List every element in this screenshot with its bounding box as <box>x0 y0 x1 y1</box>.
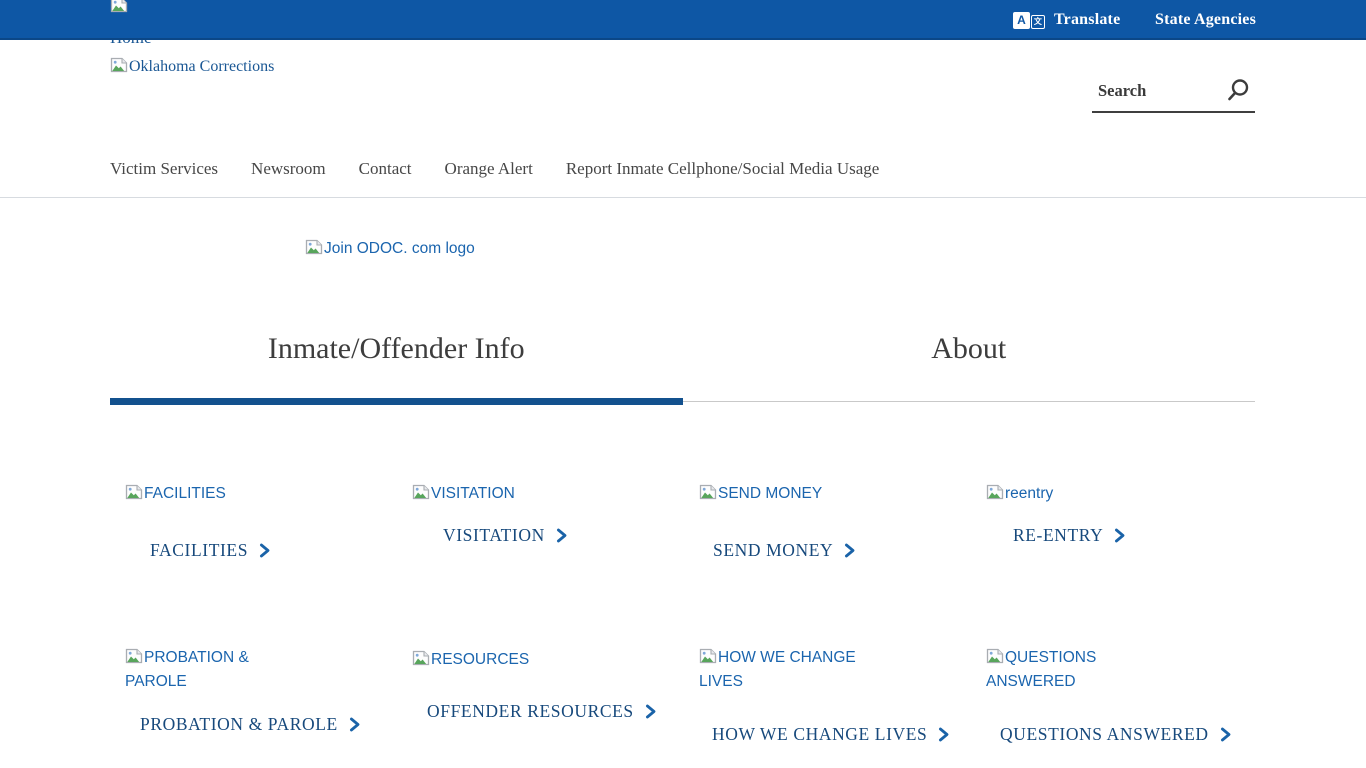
state-agencies-link[interactable]: State Agencies <box>1155 0 1256 40</box>
image-alt-text: RESOURCES <box>431 651 529 668</box>
link-label: FACILITIES <box>150 540 248 561</box>
visitation-link[interactable]: VISITATION <box>443 525 568 546</box>
active-tab-underline <box>110 398 683 405</box>
inactive-tab-underline <box>683 401 1255 402</box>
link-label: VISITATION <box>443 525 545 546</box>
chevron-right-icon <box>556 528 568 543</box>
image-alt-text: SEND MONEY <box>718 485 822 502</box>
oklahoma-corrections-alt-text: Oklahoma Corrections <box>129 58 274 75</box>
image-alt-text: reentry <box>1005 485 1053 502</box>
broken-image-icon <box>699 484 717 500</box>
how-we-change-lives-broken-image[interactable]: HOW WE CHANGE LIVES <box>699 646 861 694</box>
chevron-right-icon <box>1114 528 1126 543</box>
broken-image-icon <box>110 0 128 13</box>
chevron-right-icon <box>349 717 361 732</box>
image-alt-text: FACILITIES <box>144 485 226 502</box>
nav-item-victim-services[interactable]: Victim Services <box>110 159 218 179</box>
facilities-broken-image[interactable]: FACILITIES <box>125 482 226 506</box>
offender-resources-link[interactable]: OFFENDER RESOURCES <box>427 701 657 722</box>
join-odoc-logo-link[interactable]: Join ODOC. com logo <box>305 239 475 258</box>
top-utility-bar: A 文 Translate State Agencies <box>0 0 1366 40</box>
chevron-right-icon <box>259 543 271 558</box>
broken-image-icon <box>412 650 430 666</box>
nav-item-contact[interactable]: Contact <box>359 159 412 179</box>
page: Home A 文 Translate State Agencies Oklaho… <box>0 0 1366 768</box>
image-alt-text: HOW WE CHANGE LIVES <box>699 649 856 690</box>
nav-item-newsroom[interactable]: Newsroom <box>251 159 326 179</box>
link-label: RE-ENTRY <box>1013 525 1103 546</box>
broken-image-icon <box>125 648 143 664</box>
join-odoc-alt-text: Join ODOC. com logo <box>324 240 475 257</box>
probation-parole-broken-image[interactable]: PROBATION & PAROLE <box>125 646 275 694</box>
chevron-right-icon <box>844 543 856 558</box>
send-money-broken-image[interactable]: SEND MONEY <box>699 482 822 506</box>
tab-about[interactable]: About <box>683 318 1256 380</box>
state-agencies-label: State Agencies <box>1155 11 1256 29</box>
probation-parole-link[interactable]: PROBATION & PAROLE <box>140 714 361 735</box>
translate-icon: A 文 <box>1013 12 1045 29</box>
tab-inmate-offender-info[interactable]: Inmate/Offender Info <box>110 318 683 380</box>
search-icon <box>1225 77 1251 103</box>
broken-image-icon <box>699 648 717 664</box>
re-entry-link[interactable]: RE-ENTRY <box>1013 525 1126 546</box>
link-label: HOW WE CHANGE LIVES <box>712 724 927 745</box>
nav-item-report-inmate-cellphone[interactable]: Report Inmate Cellphone/Social Media Usa… <box>566 159 879 179</box>
questions-answered-link[interactable]: QUESTIONS ANSWERED <box>1000 724 1232 745</box>
image-alt-text: PROBATION & PAROLE <box>125 649 249 690</box>
search-box <box>1092 73 1255 113</box>
link-label: OFFENDER RESOURCES <box>427 701 634 722</box>
questions-answered-broken-image[interactable]: QUESTIONS ANSWERED <box>986 646 1108 694</box>
main-navigation: Victim Services Newsroom Contact Orange … <box>110 159 879 179</box>
send-money-link[interactable]: SEND MONEY <box>713 540 856 561</box>
image-alt-text: VISITATION <box>431 485 515 502</box>
resources-broken-image[interactable]: RESOURCES <box>412 648 529 672</box>
chevron-right-icon <box>1220 727 1232 742</box>
link-label: PROBATION & PAROLE <box>140 714 338 735</box>
facilities-link[interactable]: FACILITIES <box>150 540 271 561</box>
chevron-right-icon <box>938 727 950 742</box>
visitation-broken-image[interactable]: VISITATION <box>412 482 515 506</box>
header-divider <box>0 197 1366 198</box>
link-label: QUESTIONS ANSWERED <box>1000 724 1209 745</box>
broken-image-icon <box>986 648 1004 664</box>
broken-image-icon <box>305 239 323 255</box>
link-label: SEND MONEY <box>713 540 833 561</box>
oklahoma-corrections-logo-link[interactable]: Oklahoma Corrections <box>110 57 274 76</box>
chevron-right-icon <box>645 704 657 719</box>
reentry-broken-image[interactable]: reentry <box>986 482 1053 506</box>
broken-image-icon <box>986 484 1004 500</box>
search-button[interactable] <box>1223 75 1253 105</box>
translate-button[interactable]: A 文 Translate <box>1013 0 1120 40</box>
translate-label: Translate <box>1054 11 1120 29</box>
broken-image-icon <box>412 484 430 500</box>
how-we-change-lives-link[interactable]: HOW WE CHANGE LIVES <box>712 724 950 745</box>
search-input[interactable] <box>1098 78 1218 104</box>
broken-image-icon <box>110 57 128 73</box>
broken-image-icon <box>125 484 143 500</box>
nav-item-orange-alert[interactable]: Orange Alert <box>445 159 533 179</box>
section-tabs: Inmate/Offender Info About <box>110 318 1255 380</box>
